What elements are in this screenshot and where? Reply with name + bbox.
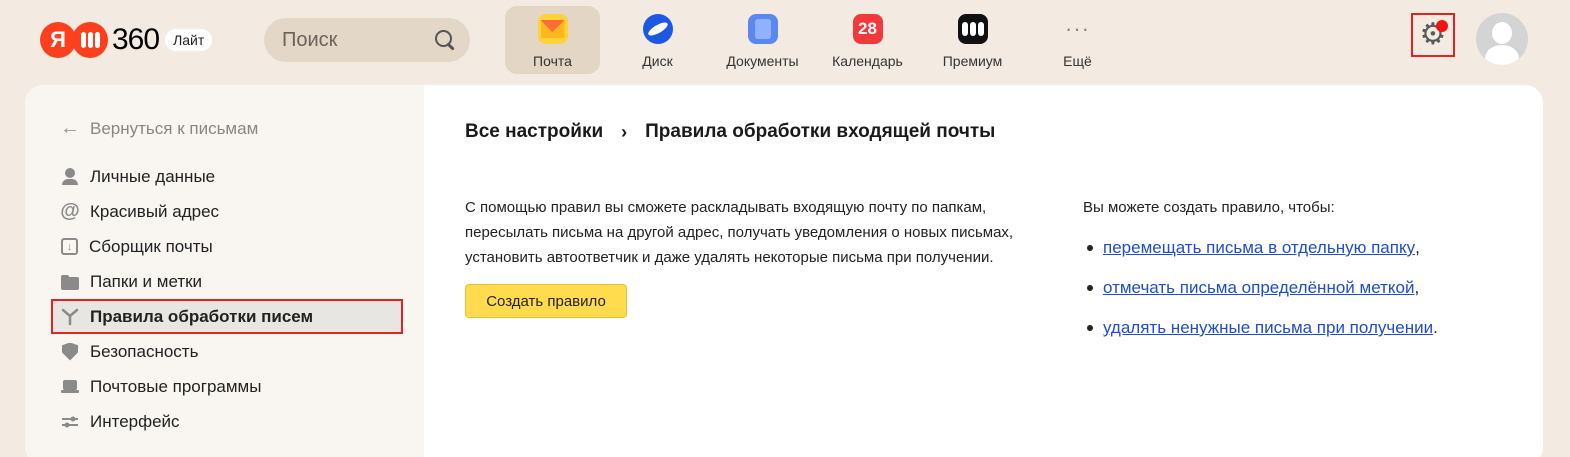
mail-icon [537,14,568,44]
person-icon [61,168,79,186]
sidebar-item-security[interactable]: Безопасность [51,334,403,369]
rules-examples: Вы можете создать правило, чтобы: переме… [1083,195,1523,348]
search-icon[interactable] [434,29,456,51]
sidebar-item-folders[interactable]: Папки и метки [51,264,403,299]
list-item: удалять ненужные письма при получении . [1083,308,1523,348]
sidebar-item-mail-clients[interactable]: Почтовые программы [51,369,403,404]
settings-sidebar: ← Вернуться к письмам Личные данные @ Кр… [25,85,424,457]
laptop-icon [61,378,79,396]
settings-button[interactable]: ⚙ [1411,13,1455,57]
delete-unwanted-link[interactable]: удалять ненужные письма при получении [1103,318,1433,338]
bullet-icon [1087,325,1093,331]
notification-dot [1436,20,1448,32]
app-mail[interactable]: Почта [505,6,600,74]
rules-fork-icon [61,308,79,326]
bullet-icon [1087,285,1093,291]
move-to-folder-link[interactable]: перемещать письма в отдельную папку [1103,238,1415,258]
page-title: Правила обработки входящей почты [645,121,996,142]
search-input[interactable] [282,28,422,52]
logo-text: 360 [112,23,160,56]
mark-with-label-link[interactable]: отмечать письма определённой меткой [1103,278,1414,298]
sidebar-item-personal[interactable]: Личные данные [51,159,403,194]
inbox-download-icon: ↓ [61,238,78,255]
back-link-label: Вернуться к письмам [90,118,259,138]
breadcrumb-all-settings[interactable]: Все настройки [465,121,603,143]
sidebar-item-label: Интерфейс [90,411,180,431]
examples-list: перемещать письма в отдельную папку , от… [1083,228,1523,348]
sidebar-item-label: Красивый адрес [90,201,220,221]
list-item: отмечать письма определённой меткой , [1083,268,1523,308]
search-box[interactable] [264,18,470,62]
documents-icon [747,14,778,44]
sidebar-item-label: Сборщик почты [89,236,213,256]
arrow-left-icon: ← [60,117,80,139]
shield-icon [61,343,79,361]
sidebar-item-label: Личные данные [90,166,216,186]
sidebar-item-label: Безопасность [90,341,199,361]
sliders-icon [61,413,79,431]
app-label: Документы [726,53,799,69]
app-label: Почта [533,53,572,69]
sidebar-item-label: Правила обработки писем [90,306,314,326]
premium-icon [957,14,988,44]
disk-icon [642,14,673,44]
sidebar-item-rules[interactable]: Правила обработки писем [51,299,403,334]
yandex-360-logo[interactable]: Я 360 Лайт [40,22,213,58]
app-calendar[interactable]: 28 Календарь [820,6,915,74]
link-tail: , [1415,238,1420,257]
app-premium[interactable]: Премиум [925,6,1020,74]
folder-icon [61,273,79,291]
top-header: Я 360 Лайт Почта Диск Документы 28 Кален… [0,0,1570,84]
at-icon: @ [60,200,80,222]
app-label: Диск [642,53,673,69]
avatar[interactable] [1476,13,1528,65]
bullet-icon [1087,245,1093,251]
app-label: Премиум [942,53,1003,69]
chevron-right-icon: › [621,121,628,142]
app-switcher: Почта Диск Документы 28 Календарь Премиу… [505,6,1135,74]
breadcrumb: Все настройки › Правила обработки входящ… [465,121,995,143]
settings-menu: Личные данные @ Красивый адрес ↓ Сборщик… [51,159,403,439]
rules-description: С помощью правил вы сможете раскладывать… [465,199,1014,266]
app-label: Ещё [1063,53,1092,69]
link-tail: . [1433,318,1438,337]
link-tail: , [1414,278,1420,297]
app-documents[interactable]: Документы [715,6,810,74]
sidebar-item-interface[interactable]: Интерфейс [51,404,403,439]
app-label: Календарь [832,53,903,69]
back-to-mail-link[interactable]: ← Вернуться к письмам [60,117,258,140]
create-rule-button[interactable]: Создать правило [465,284,627,318]
app-disk[interactable]: Диск [610,6,705,74]
sidebar-item-address[interactable]: @ Красивый адрес [51,194,403,229]
sidebar-item-label: Почтовые программы [90,376,262,396]
sidebar-item-label: Папки и метки [90,271,203,291]
sidebar-item-collector[interactable]: ↓ Сборщик почты [51,229,403,264]
yandex-logo-icon: Я [40,22,76,58]
app-more[interactable]: ··· Ещё [1030,6,1125,74]
examples-intro: Вы можете создать правило, чтобы: [1083,199,1335,216]
calendar-icon: 28 [852,14,883,44]
360-logo-icon [72,22,108,58]
list-item: перемещать письма в отдельную папку , [1083,228,1523,268]
plan-badge: Лайт [165,29,213,51]
more-icon: ··· [1065,16,1090,41]
settings-card: ← Вернуться к письмам Личные данные @ Кр… [25,85,1543,457]
